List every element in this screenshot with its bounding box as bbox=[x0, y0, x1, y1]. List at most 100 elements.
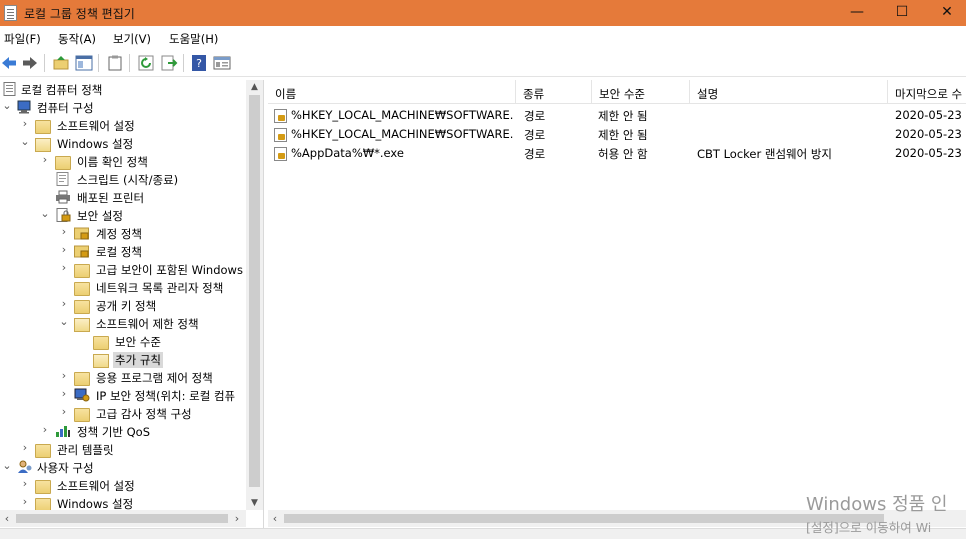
tree-item-windows-settings[interactable]: ⌄ Windows 설정 bbox=[0, 134, 246, 152]
clipboard-icon[interactable] bbox=[106, 54, 124, 72]
tree-item-admin-templates[interactable]: › 관리 템플릿 bbox=[0, 440, 246, 458]
scroll-thumb[interactable] bbox=[249, 95, 260, 487]
chevron-right-icon[interactable]: › bbox=[59, 298, 69, 310]
watermark-line2: [설정]으로 이동하여 Wi bbox=[806, 520, 932, 535]
column-header-type[interactable]: 종류 bbox=[516, 80, 592, 104]
tree-item-security-settings[interactable]: ⌄ 보안 설정 bbox=[0, 206, 246, 224]
tree-label: 보안 수준 bbox=[115, 335, 161, 349]
list-row[interactable]: %AppData%₩*.exe 경로 허용 안 함 CBT Locker 랜섬웨… bbox=[268, 144, 966, 163]
activation-watermark: Windows 정품 인 [설정]으로 이동하여 Wi bbox=[806, 490, 947, 536]
scroll-thumb[interactable] bbox=[16, 514, 228, 523]
title-bar[interactable]: 로컬 그룹 정책 편집기 — ☐ ✕ bbox=[0, 0, 966, 26]
cell-security-level: 제한 안 됨 bbox=[598, 109, 648, 123]
export-list-icon[interactable] bbox=[160, 54, 178, 72]
folder-open-icon bbox=[74, 318, 90, 332]
tree-item-name-resolution[interactable]: › 이름 확인 정책 bbox=[0, 152, 246, 170]
chevron-right-icon[interactable]: › bbox=[59, 388, 69, 400]
chevron-down-icon[interactable]: ⌄ bbox=[2, 100, 12, 112]
column-header-label: 보안 수준 bbox=[599, 87, 645, 101]
chevron-down-icon[interactable]: ⌄ bbox=[20, 136, 30, 148]
close-button[interactable]: ✕ bbox=[924, 0, 966, 26]
chevron-right-icon[interactable]: › bbox=[40, 154, 50, 166]
tree-label: 배포된 프린터 bbox=[77, 191, 145, 205]
scroll-left-icon[interactable]: ‹ bbox=[0, 510, 14, 527]
refresh-icon[interactable] bbox=[137, 54, 155, 72]
security-settings-icon bbox=[55, 208, 71, 222]
tree-item-local-policy[interactable]: › 로컬 정책 bbox=[0, 242, 246, 260]
menu-help[interactable]: 도움말(H) bbox=[169, 31, 218, 47]
tree-item-user-software-settings[interactable]: › 소프트웨어 설정 bbox=[0, 476, 246, 494]
chevron-right-icon[interactable]: › bbox=[59, 226, 69, 238]
tree-vertical-scrollbar[interactable]: ▲ ▼ bbox=[246, 80, 263, 510]
chevron-right-icon[interactable]: › bbox=[20, 118, 30, 130]
back-arrow-icon[interactable] bbox=[0, 54, 18, 72]
scroll-left-icon[interactable]: ‹ bbox=[268, 510, 282, 527]
tree-item-ip-security[interactable]: › IP 보안 정책(위치: 로컬 컴퓨 bbox=[0, 386, 246, 404]
menu-view[interactable]: 보기(V) bbox=[113, 31, 151, 47]
list-row[interactable]: %HKEY_LOCAL_MACHINE₩SOFTWARE... 경로 제한 안 … bbox=[268, 125, 966, 144]
toolbar: ? bbox=[0, 49, 966, 77]
chevron-right-icon[interactable]: › bbox=[59, 262, 69, 274]
window-title: 로컬 그룹 정책 편집기 bbox=[24, 7, 135, 21]
chevron-right-icon[interactable]: › bbox=[20, 442, 30, 454]
tree-item-network-list[interactable]: 네트워크 목록 관리자 정책 bbox=[0, 278, 246, 296]
tree-item-software-restriction[interactable]: ⌄ 소프트웨어 제한 정책 bbox=[0, 314, 246, 332]
tree-item-software-settings[interactable]: › 소프트웨어 설정 bbox=[0, 116, 246, 134]
tree-item-local-computer-policy[interactable]: 로컬 컴퓨터 정책 bbox=[0, 80, 246, 98]
tree-item-account-policy[interactable]: › 계정 정책 bbox=[0, 224, 246, 242]
chevron-down-icon[interactable]: ⌄ bbox=[40, 208, 50, 220]
tree-label: 이름 확인 정책 bbox=[77, 155, 148, 169]
tree-item-computer-config[interactable]: ⌄ 컴퓨터 구성 bbox=[0, 98, 246, 116]
show-hide-tree-icon[interactable] bbox=[75, 54, 93, 72]
minimize-button[interactable]: — bbox=[834, 0, 880, 26]
tree-item-security-levels[interactable]: 보안 수준 bbox=[0, 332, 246, 350]
column-header-label: 마지막으로 수 bbox=[895, 87, 963, 101]
tree-item-scripts[interactable]: 스크립트 (시작/종료) bbox=[0, 170, 246, 188]
chevron-down-icon[interactable]: ⌄ bbox=[59, 316, 69, 328]
tree-item-qos[interactable]: › 정책 기반 QoS bbox=[0, 422, 246, 440]
cell-security-level: 허용 안 함 bbox=[598, 147, 648, 161]
chevron-right-icon[interactable]: › bbox=[59, 244, 69, 256]
chevron-right-icon[interactable]: › bbox=[20, 496, 30, 508]
chevron-right-icon[interactable]: › bbox=[59, 406, 69, 418]
tree-item-advanced-audit[interactable]: › 고급 감사 정책 구성 bbox=[0, 404, 246, 422]
tree-label: 소프트웨어 설정 bbox=[57, 119, 135, 133]
chevron-down-icon[interactable]: ⌄ bbox=[2, 460, 12, 472]
menu-action[interactable]: 동작(A) bbox=[58, 31, 96, 47]
column-header-security-level[interactable]: 보안 수준 bbox=[592, 80, 690, 104]
up-folder-icon[interactable] bbox=[52, 54, 70, 72]
chevron-right-icon[interactable]: › bbox=[20, 478, 30, 490]
mmc-window: 로컬 그룹 정책 편집기 — ☐ ✕ 파일(F) 동작(A) 보기(V) 도움말… bbox=[0, 0, 966, 539]
scroll-up-icon[interactable]: ▲ bbox=[246, 80, 263, 94]
maximize-button[interactable]: ☐ bbox=[879, 0, 925, 26]
tree-item-public-key[interactable]: › 공개 키 정책 bbox=[0, 296, 246, 314]
forward-arrow-icon[interactable] bbox=[21, 54, 39, 72]
tree-item-user-config[interactable]: ⌄ 사용자 구성 bbox=[0, 458, 246, 476]
tree-item-additional-rules[interactable]: 추가 규칙 bbox=[0, 350, 246, 368]
tree-item-app-control[interactable]: › 응용 프로그램 제어 정책 bbox=[0, 368, 246, 386]
tree-item-printers[interactable]: 배포된 프린터 bbox=[0, 188, 246, 206]
chevron-right-icon[interactable]: › bbox=[59, 370, 69, 382]
help-icon[interactable]: ? bbox=[190, 54, 208, 72]
computer-icon bbox=[17, 100, 33, 114]
cell-name: %AppData%₩*.exe bbox=[291, 146, 404, 160]
toolbar-separator bbox=[183, 54, 184, 72]
tree-label: 소프트웨어 제한 정책 bbox=[96, 317, 199, 331]
cell-last-modified: 2020-05-23 bbox=[895, 146, 962, 160]
tree-label: 소프트웨어 설정 bbox=[57, 479, 135, 493]
scroll-right-icon[interactable]: › bbox=[230, 510, 244, 527]
column-header-description[interactable]: 설명 bbox=[690, 80, 888, 104]
properties-icon[interactable] bbox=[213, 54, 231, 72]
tree-item-advanced-firewall[interactable]: › 고급 보안이 포함된 Windows bbox=[0, 260, 246, 278]
column-header-name[interactable]: ^ 이름 bbox=[268, 80, 516, 104]
menu-file[interactable]: 파일(F) bbox=[4, 31, 41, 47]
chevron-right-icon[interactable]: › bbox=[40, 424, 50, 436]
path-rule-icon bbox=[274, 109, 287, 123]
folder-lock-icon bbox=[74, 244, 90, 258]
tree-horizontal-scrollbar[interactable]: ‹ › bbox=[0, 510, 246, 527]
scroll-thumb[interactable] bbox=[284, 514, 884, 523]
scroll-down-icon[interactable]: ▼ bbox=[246, 496, 263, 510]
column-header-last-modified[interactable]: 마지막으로 수 bbox=[888, 80, 966, 104]
list-row[interactable]: %HKEY_LOCAL_MACHINE₩SOFTWARE... 경로 제한 안 … bbox=[268, 106, 966, 125]
folder-icon bbox=[74, 300, 90, 314]
